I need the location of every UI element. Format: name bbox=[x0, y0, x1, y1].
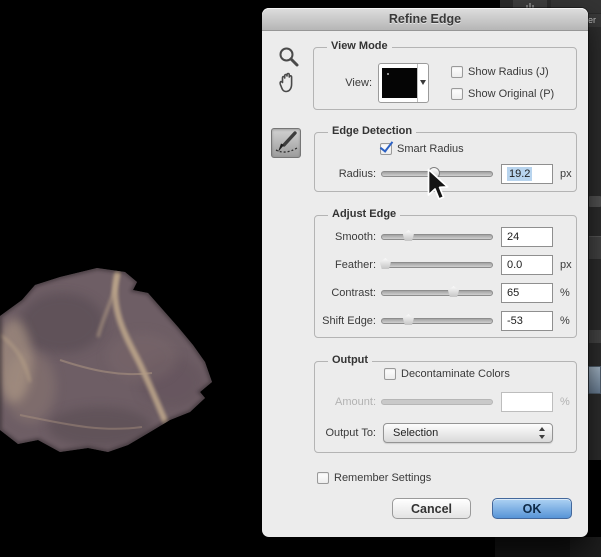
smooth-slider[interactable] bbox=[381, 234, 493, 240]
dialog-title: Refine Edge bbox=[262, 8, 588, 30]
mouse-cursor bbox=[426, 168, 452, 206]
amount-unit: % bbox=[560, 396, 570, 408]
feather-field-value: 0.0 bbox=[507, 259, 522, 271]
photoshop-workspace: er Re bbox=[0, 0, 601, 557]
contrast-field[interactable]: 65 bbox=[501, 283, 553, 303]
shift-edge-unit: % bbox=[560, 315, 570, 327]
shift-edge-label: Shift Edge: bbox=[302, 315, 376, 327]
background-shadow bbox=[570, 537, 601, 557]
zoom-tool-icon[interactable] bbox=[278, 46, 300, 68]
background-panel-item bbox=[589, 196, 601, 207]
smooth-field-value: 24 bbox=[507, 231, 519, 243]
amount-field bbox=[501, 392, 553, 412]
feather-slider[interactable] bbox=[381, 262, 493, 268]
ok-button[interactable]: OK bbox=[492, 498, 572, 519]
radius-field-selected-text: 19.2 bbox=[507, 167, 532, 181]
decontaminate-colors-checkbox[interactable] bbox=[384, 368, 396, 380]
contrast-label: Contrast: bbox=[302, 287, 376, 299]
output-to-value: Selection bbox=[393, 427, 438, 439]
stepper-down-icon bbox=[539, 435, 545, 439]
edge-detection-group-label: Edge Detection bbox=[328, 125, 416, 137]
panel-tab-partial-text: er bbox=[588, 15, 596, 25]
output-to-dropdown[interactable]: Selection bbox=[383, 423, 553, 443]
cancel-button[interactable]: Cancel bbox=[392, 498, 471, 519]
background-panel-tab: er bbox=[588, 14, 601, 27]
radius-label: Radius: bbox=[302, 168, 376, 180]
shift-edge-field-value: -53 bbox=[507, 315, 523, 327]
show-radius-label: Show Radius (J) bbox=[468, 66, 549, 78]
decontaminate-colors-label: Decontaminate Colors bbox=[401, 368, 510, 380]
smooth-label: Smooth: bbox=[302, 231, 376, 243]
show-radius-checkbox[interactable] bbox=[451, 66, 463, 78]
background-panel-item bbox=[589, 330, 601, 343]
view-thumbnail-arrow-strip bbox=[417, 64, 428, 102]
view-thumbnail-speck bbox=[387, 73, 389, 75]
feather-field[interactable]: 0.0 bbox=[501, 255, 553, 275]
shift-edge-slider[interactable] bbox=[381, 318, 493, 324]
radius-field[interactable]: 19.2 bbox=[501, 164, 553, 184]
refine-radius-tool-button[interactable] bbox=[271, 128, 301, 158]
output-group-label: Output bbox=[328, 354, 372, 366]
background-panel-item bbox=[589, 236, 601, 259]
show-original-label: Show Original (P) bbox=[468, 88, 554, 100]
contrast-field-value: 65 bbox=[507, 287, 519, 299]
adjust-edge-group-label: Adjust Edge bbox=[328, 208, 400, 220]
smart-radius-checkbox[interactable] bbox=[380, 143, 392, 155]
show-original-checkbox[interactable] bbox=[451, 88, 463, 100]
shift-edge-field[interactable]: -53 bbox=[501, 311, 553, 331]
smart-radius-label: Smart Radius bbox=[397, 143, 464, 155]
radius-unit: px bbox=[560, 168, 572, 180]
contrast-unit: % bbox=[560, 287, 570, 299]
remember-settings-label: Remember Settings bbox=[334, 472, 431, 484]
remember-settings-checkbox[interactable] bbox=[317, 472, 329, 484]
chevron-down-icon bbox=[420, 80, 426, 85]
output-to-label: Output To: bbox=[302, 427, 376, 439]
view-label: View: bbox=[312, 77, 372, 89]
layer-thumbnail-icon bbox=[588, 366, 601, 394]
refine-radius-brush-icon bbox=[272, 129, 300, 157]
stepper-up-icon bbox=[539, 427, 545, 431]
smooth-field[interactable]: 24 bbox=[501, 227, 553, 247]
refine-edge-dialog: Refine Edge View Mode View: bbox=[262, 8, 588, 537]
document-canvas-rock[interactable] bbox=[0, 265, 222, 460]
feather-unit: px bbox=[560, 259, 572, 271]
view-mode-group-label: View Mode bbox=[327, 40, 392, 52]
hand-tool-icon[interactable] bbox=[275, 70, 301, 96]
amount-slider-disabled bbox=[381, 399, 493, 405]
contrast-slider[interactable] bbox=[381, 290, 493, 296]
dialog-titlebar[interactable]: Refine Edge bbox=[262, 8, 588, 31]
amount-label: Amount: bbox=[302, 396, 376, 408]
feather-label: Feather: bbox=[302, 259, 376, 271]
view-thumbnail-dropdown[interactable] bbox=[378, 63, 429, 103]
